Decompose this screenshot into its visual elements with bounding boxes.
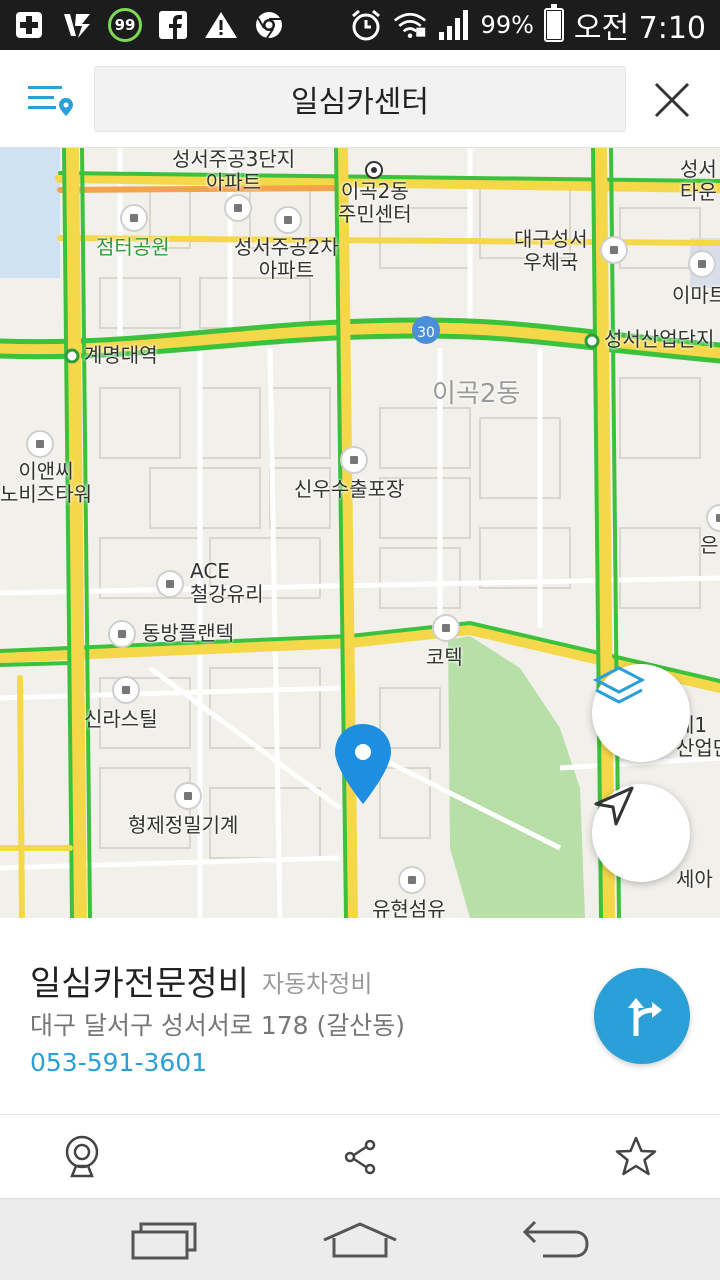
poi-marker[interactable]	[26, 430, 54, 458]
poi-marker[interactable]	[340, 446, 368, 474]
directions-button[interactable]	[594, 968, 690, 1064]
park-tree-icon[interactable]	[120, 204, 148, 232]
map-label-emart: 이마트	[672, 283, 720, 307]
apartment-icon[interactable]	[224, 194, 252, 222]
map-label-ian-c: 이앤씨 노비즈타워	[0, 459, 92, 506]
poi-marker[interactable]	[398, 866, 426, 894]
alarm-icon	[349, 8, 383, 42]
poi-marker[interactable]	[174, 782, 202, 810]
map-view[interactable]: 30 성서주공3단지 아파트 이곡2동 주민센터 대구성서 우체국 성서 타운 …	[0, 148, 720, 918]
map-label-post-office: 대구성서 우체국	[514, 227, 588, 274]
map-label-dong-area: 이곡2동	[432, 379, 521, 409]
v3-icon	[60, 8, 94, 42]
recent-apps-icon	[131, 1222, 197, 1260]
system-navigation-bar	[0, 1198, 720, 1280]
search-field[interactable]: 일심카센터	[94, 66, 626, 132]
post-office-icon[interactable]	[600, 236, 628, 264]
recent-apps-button[interactable]	[124, 1215, 204, 1265]
map-label-sinraseutil: 신라스틸	[84, 707, 158, 731]
map-label-jeomteo-park: 점터공원	[96, 235, 170, 259]
home-button[interactable]	[320, 1215, 400, 1265]
shopping-cart-icon[interactable]	[688, 250, 716, 278]
navigation-arrow-icon	[594, 786, 634, 826]
map-label-kotek: 코텍	[426, 645, 463, 669]
badge-99-icon: 99	[108, 8, 142, 42]
map-label-industrial-complex: 성서산업단지	[604, 327, 715, 351]
home-icon	[323, 1222, 397, 1258]
battery-icon	[543, 4, 564, 42]
route-number: 30	[417, 325, 435, 341]
signal-icon	[437, 8, 471, 42]
status-bar: 99 99% 오전 7:10	[0, 0, 720, 50]
poi-marker[interactable]	[156, 570, 184, 598]
star-icon	[615, 1136, 657, 1176]
action-bar	[0, 1114, 720, 1198]
system-icons: 99% 오전 7:10	[349, 4, 706, 46]
map-label-gyemyeong-station: 계명대역	[84, 343, 158, 367]
map-label-sinwoo: 신우수출포장	[294, 477, 405, 501]
location-pin-icon[interactable]	[332, 722, 394, 808]
poi-marker[interactable]	[108, 620, 136, 648]
menu-button[interactable]	[24, 74, 76, 126]
map-layers-button[interactable]	[592, 664, 690, 762]
place-name: 일심카전문정비	[30, 964, 249, 1004]
close-icon	[654, 82, 690, 118]
directions-icon	[628, 998, 662, 1036]
place-phone-link[interactable]: 053-591-3601	[30, 1048, 207, 1077]
map-label-apartment-2: 성서주공2차 아파트	[234, 235, 339, 282]
poi-marker[interactable]	[432, 614, 460, 642]
notification-icons: 99	[12, 6, 286, 44]
map-label-dongbang: 동방플랜텍	[142, 621, 234, 645]
poi-marker[interactable]	[112, 676, 140, 704]
layers-icon	[592, 666, 646, 704]
clock: 오전 7:10	[573, 11, 706, 46]
my-location-button[interactable]	[592, 784, 690, 882]
park-area	[448, 636, 585, 918]
share-button[interactable]	[336, 1133, 384, 1181]
facebook-icon	[156, 8, 190, 42]
apartment-icon[interactable]	[274, 206, 302, 234]
map-label-hyeongje: 형제정밀기계	[128, 813, 239, 837]
menu-location-icon	[28, 86, 73, 116]
place-info-panel[interactable]: 일심카전문정비 자동차정비 대구 달서구 성서서로 178 (갈산동) 053-…	[0, 918, 720, 1114]
chrome-icon	[252, 8, 286, 42]
map-label-ace: ACE 철강유리	[190, 559, 264, 606]
favorite-button[interactable]	[612, 1133, 660, 1181]
map-label-seongseo-corner: 성서 타운	[680, 157, 717, 204]
battery-percent: 99%	[480, 11, 534, 39]
map-label-igok2dong-center: 이곡2동 주민센터	[338, 179, 412, 226]
share-icon	[344, 1139, 376, 1175]
street-view-camera-icon	[65, 1135, 99, 1178]
plus-icon	[12, 8, 46, 42]
map-label-yuhyeon: 유현섬유	[372, 897, 446, 919]
place-category: 자동차정비	[262, 970, 373, 998]
street-view-button[interactable]	[58, 1133, 106, 1181]
wifi-icon	[393, 8, 427, 42]
map-label-eun: 은	[700, 533, 719, 557]
app-header: 일심카센터	[0, 50, 720, 148]
map-label-apartment-3: 성서주공3단지 아파트	[172, 148, 296, 194]
map-label-sea: 세아	[676, 867, 713, 891]
back-button[interactable]	[516, 1215, 596, 1265]
warning-icon	[204, 8, 238, 42]
place-address: 대구 달서구 성서서로 178 (갈산동)	[30, 1011, 406, 1040]
close-button[interactable]	[648, 76, 696, 124]
back-icon	[522, 1220, 589, 1258]
